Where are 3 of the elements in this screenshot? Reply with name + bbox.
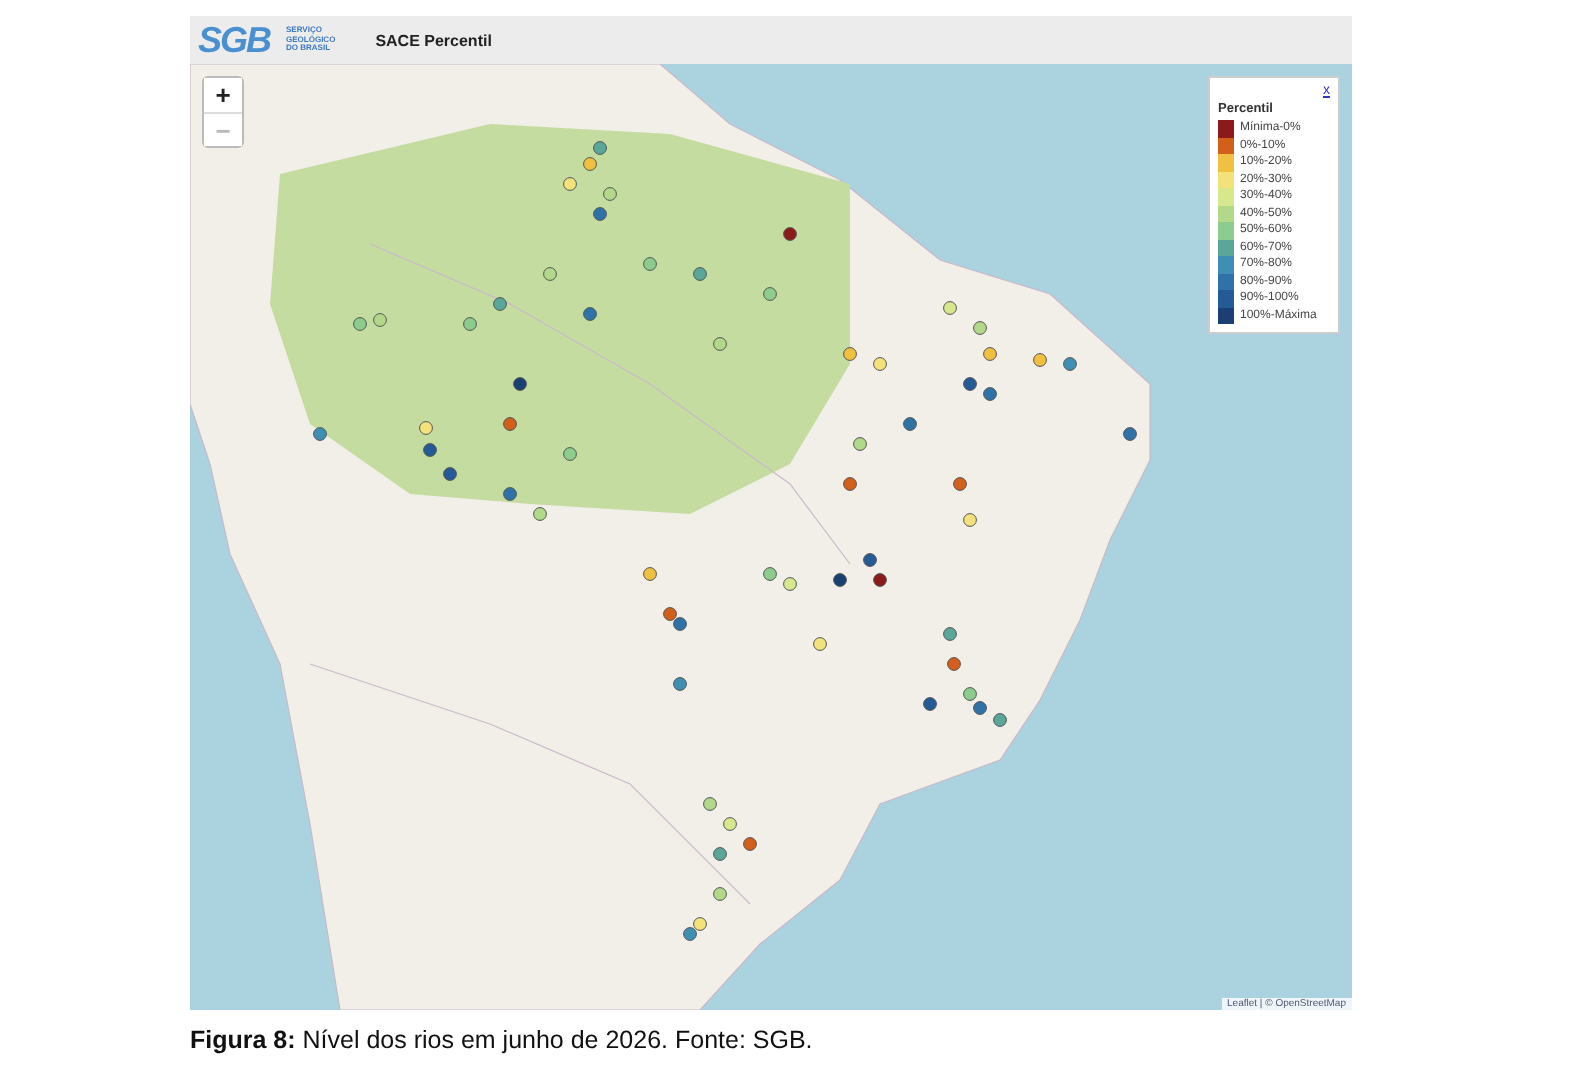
map-title: SACE Percentil xyxy=(375,31,492,49)
figure-caption: Figura 8: Nível dos rios em junho de 2026. Fonte: SGB. xyxy=(190,1026,815,1054)
logo-mark: SGB xyxy=(198,19,271,61)
